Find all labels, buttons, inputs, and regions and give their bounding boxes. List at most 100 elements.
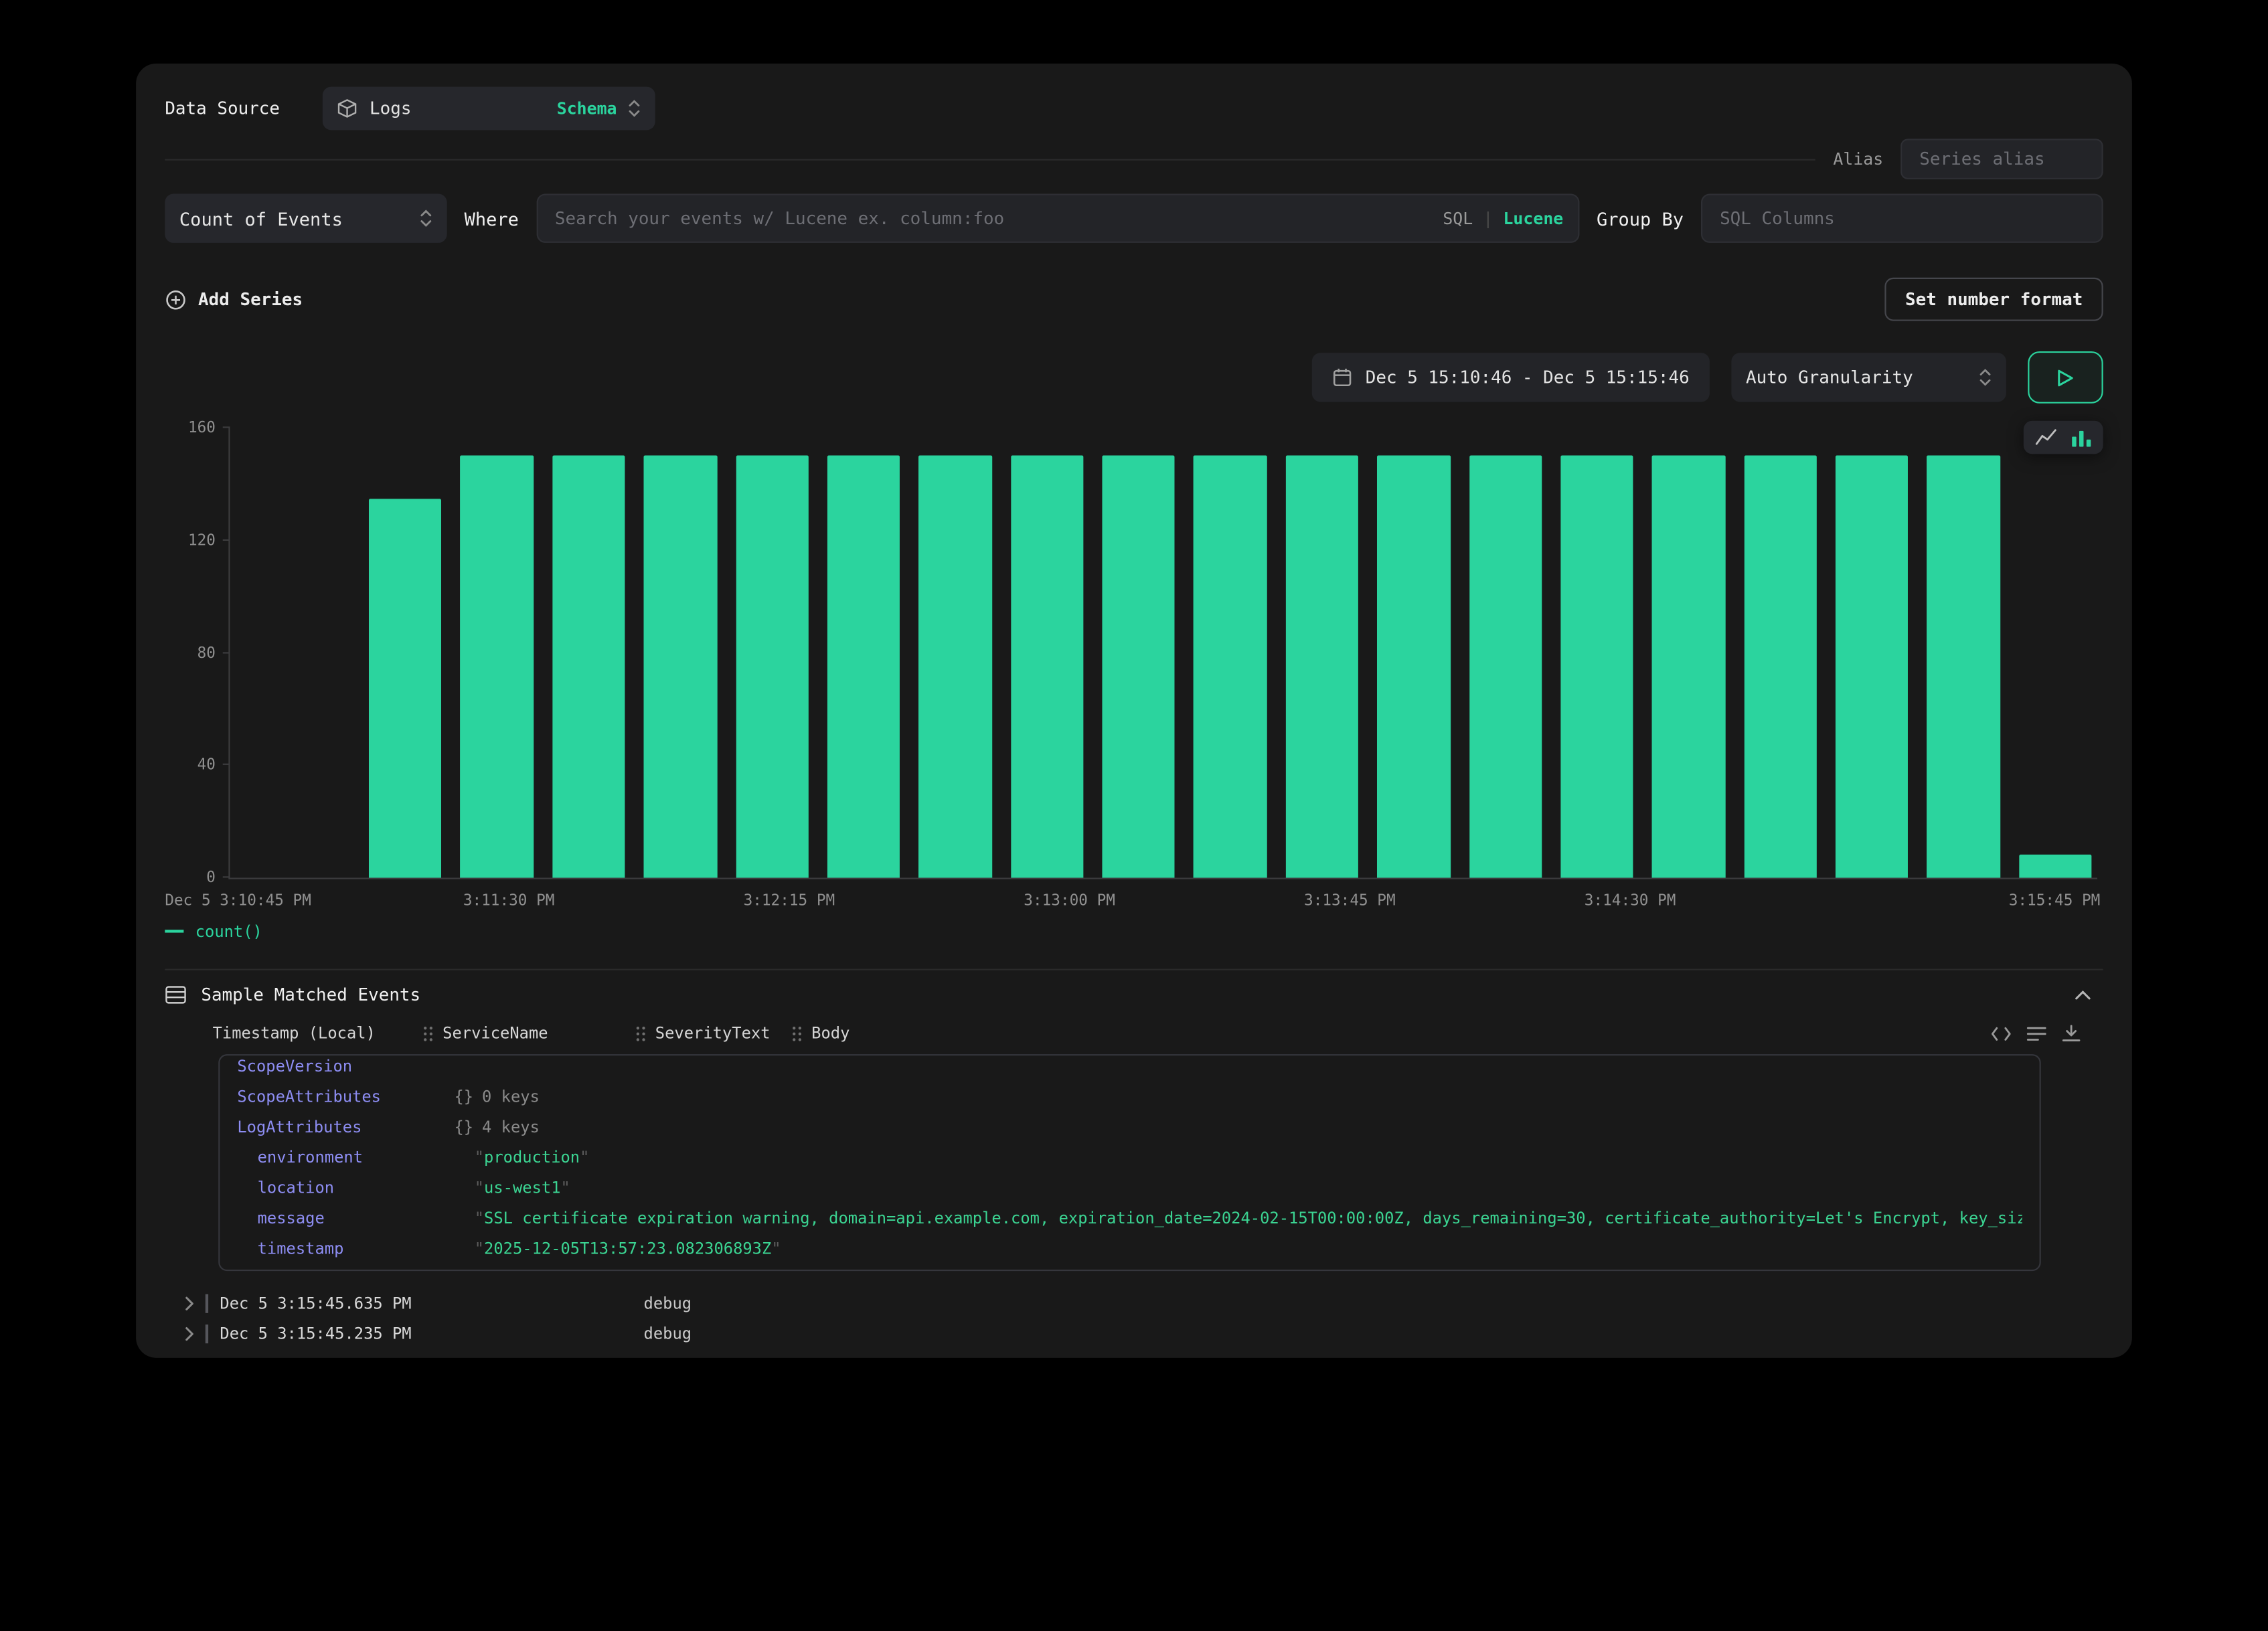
tree-value: SSL certificate expiration warning, doma…	[484, 1203, 2022, 1233]
data-source-value: Logs	[370, 98, 545, 118]
drag-handle-icon[interactable]	[635, 1025, 647, 1042]
group-by-box	[1701, 193, 2103, 242]
event-rows: Dec 5 3:15:45.635 PMdebugDec 5 3:15:45.2…	[165, 1288, 2103, 1349]
chart-legend: count()	[165, 920, 2103, 943]
column-header-servicename[interactable]: ServiceName	[422, 1024, 635, 1043]
chart-bar[interactable]	[1744, 456, 1817, 877]
chart-bar[interactable]	[827, 456, 900, 877]
tree-row[interactable]: location"us-west1"	[237, 1173, 2022, 1203]
events-header: Sample Matched Events	[165, 970, 2103, 1018]
code-icon[interactable]	[1990, 1025, 2012, 1042]
search-box: SQL | Lucene	[536, 193, 1579, 242]
chart-bar[interactable]	[919, 456, 992, 877]
tree-key: ScopeVersion	[237, 1054, 454, 1082]
group-by-input[interactable]	[1717, 207, 2087, 230]
chevron-updown-icon	[629, 98, 641, 118]
plus-circle-icon	[165, 288, 186, 310]
chart-bar[interactable]	[552, 456, 625, 877]
calendar-icon	[1332, 367, 1352, 388]
legend-swatch	[165, 930, 183, 932]
tree-value: 2025-12-05T13:57:23.082306893Z	[484, 1233, 771, 1264]
chart-bar[interactable]	[1652, 456, 1725, 877]
alias-input-box	[1900, 139, 2103, 179]
alias-input[interactable]	[1917, 147, 2087, 171]
bars	[369, 428, 2091, 877]
chart-type-toggle[interactable]	[2024, 421, 2103, 454]
y-axis-tick-label: 0	[169, 869, 216, 887]
data-source-label: Data Source	[165, 98, 280, 118]
lucene-option[interactable]: Lucene	[1503, 208, 1563, 228]
tree-key-count: 4 keys	[482, 1112, 540, 1142]
tree-row[interactable]: ScopeAttributes{}0 keys	[237, 1082, 2022, 1112]
chart-bar[interactable]	[1560, 456, 1633, 877]
wrap-lines-icon[interactable]	[2026, 1025, 2046, 1042]
aggregate-select[interactable]: Count of Events	[165, 193, 447, 242]
chart-bar[interactable]	[2019, 855, 2092, 878]
bar-chart-icon[interactable]	[2071, 428, 2091, 446]
events-title: Sample Matched Events	[201, 984, 420, 1005]
tree-row[interactable]: message"SSL certificate expiration warni…	[237, 1203, 2022, 1233]
tree-key: location	[258, 1173, 475, 1203]
event-row[interactable]: Dec 5 3:15:45.235 PMdebug	[183, 1318, 2103, 1349]
event-timestamp: Dec 5 3:15:45.635 PM	[220, 1294, 643, 1313]
sql-option[interactable]: SQL	[1443, 208, 1473, 228]
download-icon[interactable]	[2061, 1024, 2081, 1043]
quote: "	[475, 1203, 484, 1233]
y-axis-tick-label: 80	[169, 645, 216, 662]
chart-bar[interactable]	[369, 498, 442, 877]
chart-bar[interactable]	[1836, 456, 1909, 877]
add-series-label: Add Series	[198, 289, 303, 309]
add-series-button[interactable]: Add Series	[165, 288, 303, 310]
chart-bar[interactable]	[644, 456, 717, 877]
chevron-right-icon	[183, 1296, 195, 1312]
chevron-up-icon	[2074, 989, 2091, 1001]
chart-bar[interactable]	[1377, 456, 1450, 877]
event-timestamp: Dec 5 3:15:45.235 PM	[220, 1324, 643, 1343]
chart-bar[interactable]	[1194, 456, 1267, 877]
tree-row[interactable]: environment"production"	[237, 1142, 2022, 1173]
line-chart-icon[interactable]	[2035, 428, 2056, 446]
chart-bar[interactable]	[736, 456, 809, 877]
run-query-button[interactable]	[2028, 351, 2103, 404]
column-header-timestamp-local[interactable]: Timestamp (Local)	[213, 1024, 422, 1043]
column-header-severitytext[interactable]: SeverityText	[635, 1024, 791, 1043]
granularity-select[interactable]: Auto Granularity	[1731, 353, 2006, 402]
time-range-picker[interactable]: Dec 5 15:10:46 - Dec 5 15:15:46	[1312, 353, 1710, 402]
chart-bar[interactable]	[1011, 456, 1084, 877]
quote: "	[580, 1142, 589, 1173]
y-axis-tick-label: 120	[169, 532, 216, 549]
y-axis-tick-label: 160	[169, 420, 216, 437]
drag-handle-icon[interactable]	[422, 1025, 434, 1042]
chart-bar[interactable]	[461, 456, 534, 877]
event-severity: debug	[644, 1324, 692, 1343]
collapse-section-button[interactable]	[2074, 989, 2091, 1001]
x-axis-tick-label: 3:11:30 PM	[463, 892, 555, 910]
tree-key: LogAttributes	[237, 1112, 454, 1142]
chart-bar[interactable]	[1102, 456, 1175, 877]
chart-bar[interactable]	[1469, 456, 1542, 877]
legend-label[interactable]: count()	[195, 922, 262, 940]
data-source-select[interactable]: Logs Schema	[323, 87, 656, 131]
schema-link[interactable]: Schema	[557, 98, 617, 118]
plot-area: 04080120160	[228, 428, 2097, 879]
tree-key-count: 0 keys	[482, 1082, 540, 1112]
x-axis: Dec 5 3:10:45 PM3:11:30 PM3:12:15 PM3:13…	[228, 885, 2097, 911]
tree-row[interactable]: ▼LogAttributes{}4 keys	[237, 1112, 2022, 1142]
column-label: SeverityText	[655, 1024, 771, 1043]
y-axis-tick-mark	[223, 764, 230, 765]
x-axis-tick-label: 3:14:30 PM	[1585, 892, 1676, 910]
query-language-toggle[interactable]: SQL | Lucene	[1443, 208, 1563, 228]
chevron-updown-icon	[420, 208, 432, 228]
tree-row[interactable]: ScopeVersion	[237, 1054, 2022, 1082]
chart-bar[interactable]	[1285, 456, 1358, 877]
search-input[interactable]	[552, 207, 1429, 230]
chart-bar[interactable]	[1927, 456, 2000, 877]
time-range-value: Dec 5 15:10:46 - Dec 5 15:15:46	[1366, 367, 1690, 388]
drag-handle-icon[interactable]	[791, 1025, 803, 1042]
play-icon	[2057, 368, 2075, 387]
tree-row[interactable]: timestamp"2025-12-05T13:57:23.082306893Z…	[237, 1233, 2022, 1264]
event-row[interactable]: Dec 5 3:15:45.635 PMdebug	[183, 1288, 2103, 1318]
tree-key: environment	[258, 1142, 475, 1173]
set-number-format-button[interactable]: Set number format	[1885, 278, 2103, 321]
column-header-body[interactable]: Body	[791, 1024, 850, 1043]
